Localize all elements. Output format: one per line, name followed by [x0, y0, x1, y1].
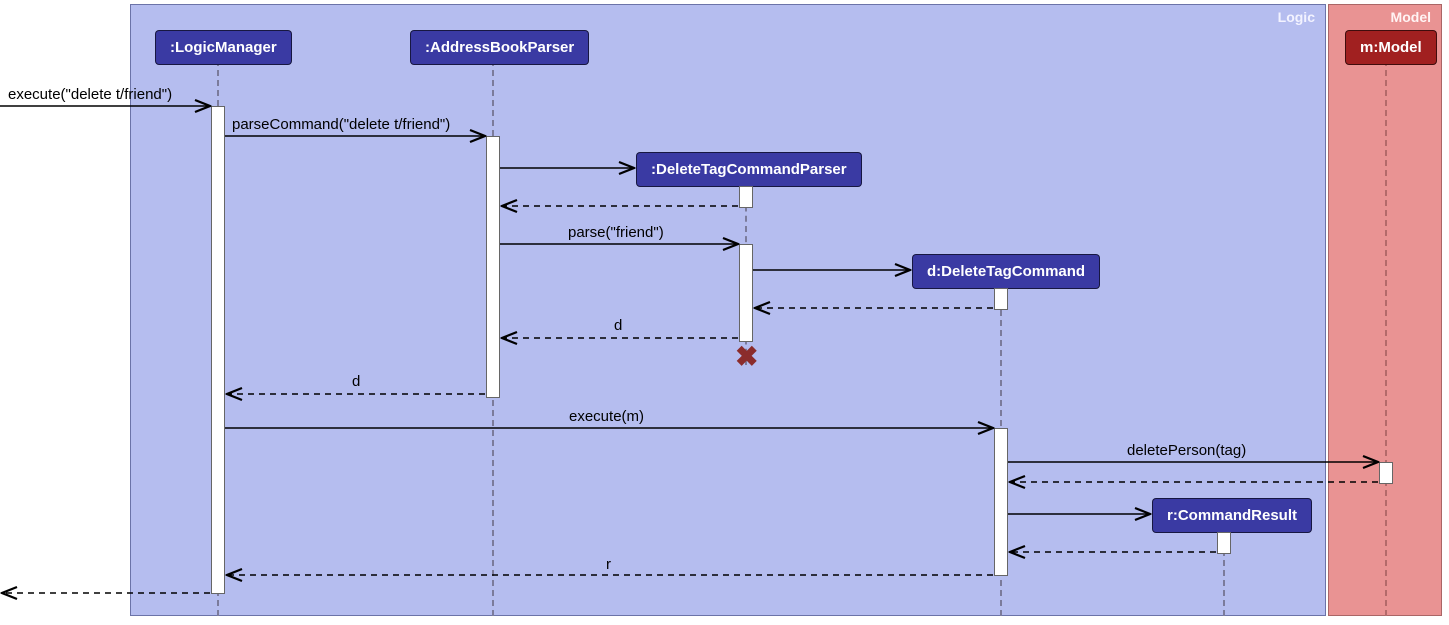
- msg-return-d1: d: [614, 317, 622, 334]
- msg-delete-person: deletePerson(tag): [1127, 442, 1246, 459]
- lifeline-head-delete-tag-command-parser: :DeleteTagCommandParser: [636, 152, 862, 187]
- logic-frame-title: Logic: [1278, 9, 1315, 25]
- lifeline-head-logic-manager: :LogicManager: [155, 30, 292, 65]
- activation-address-book-parser: [486, 136, 500, 398]
- logic-frame: Logic: [130, 4, 1326, 616]
- activation-dtc-2: [994, 428, 1008, 576]
- activation-dtcp-2: [739, 244, 753, 342]
- activation-model: [1379, 462, 1393, 484]
- msg-parse-command: parseCommand("delete t/friend"): [232, 116, 450, 133]
- msg-execute-in: execute("delete t/friend"): [8, 86, 172, 103]
- msg-return-r: r: [606, 556, 611, 573]
- lifeline-head-delete-tag-command: d:DeleteTagCommand: [912, 254, 1100, 289]
- activation-logic-manager: [211, 106, 225, 594]
- msg-parse: parse("friend"): [568, 224, 664, 241]
- lifeline-head-address-book-parser: :AddressBookParser: [410, 30, 589, 65]
- activation-dtcp-1: [739, 186, 753, 208]
- activation-dtc-1: [994, 288, 1008, 310]
- lifeline-head-command-result: r:CommandResult: [1152, 498, 1312, 533]
- lifeline-model: [1385, 60, 1387, 616]
- destroy-icon: ✖: [735, 343, 758, 371]
- activation-command-result: [1217, 532, 1231, 554]
- lifeline-head-model: m:Model: [1345, 30, 1437, 65]
- msg-execute-m: execute(m): [569, 408, 644, 425]
- msg-return-d2: d: [352, 373, 360, 390]
- model-frame-title: Model: [1391, 9, 1431, 25]
